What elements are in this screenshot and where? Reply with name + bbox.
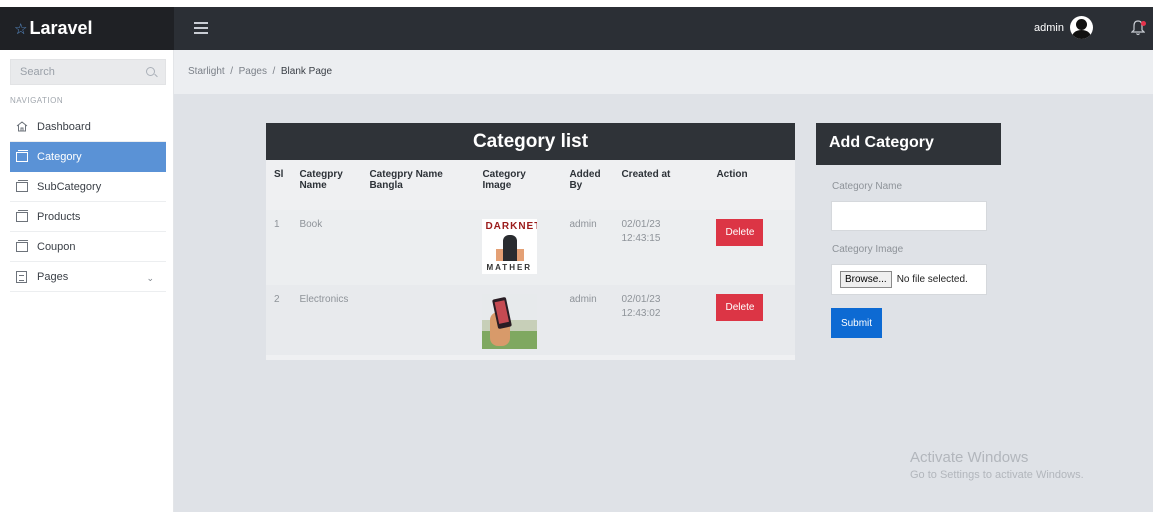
cell-name-bangla bbox=[361, 210, 475, 285]
category-image-book: DARKNET MATHER bbox=[482, 219, 538, 274]
cell-sl: 1 bbox=[266, 210, 292, 285]
created-date: 02/01/23 bbox=[621, 294, 661, 305]
notification-dot bbox=[1141, 21, 1146, 26]
breadcrumb-separator: / bbox=[230, 66, 234, 77]
col-image: Category Image bbox=[482, 169, 526, 191]
cell-action: Delete bbox=[708, 285, 795, 355]
sidebar-item-pages[interactable]: Pages ⌄ bbox=[10, 262, 166, 292]
category-list-title: Category list bbox=[266, 123, 795, 160]
category-image-electronics bbox=[482, 294, 538, 349]
add-category-title: Add Category bbox=[816, 123, 1001, 165]
cell-created-at: 02/01/23 12:43:02 bbox=[613, 285, 709, 355]
add-category-panel: Add Category Category Name Category Imag… bbox=[816, 123, 1001, 338]
user-name: admin bbox=[1034, 21, 1064, 34]
col-name: Categpry Name bbox=[299, 169, 343, 191]
activate-windows-watermark: Activate Windows Go to Settings to activ… bbox=[910, 449, 1084, 481]
star-icon: ☆ bbox=[14, 20, 28, 38]
nav-list: Dashboard Category SubCategory Products … bbox=[10, 112, 166, 292]
col-added-by: Added By bbox=[569, 169, 601, 191]
sidebar-item-label: Dashboard bbox=[37, 120, 91, 133]
top-strip bbox=[0, 0, 1153, 7]
breadcrumb: Starlight / Pages / Blank Page bbox=[174, 50, 1153, 94]
cell-image bbox=[474, 285, 562, 355]
created-time: 12:43:02 bbox=[621, 308, 661, 319]
col-name-bangla: Categpry Name Bangla bbox=[369, 169, 443, 191]
brand-logo[interactable]: ☆ Laravel bbox=[0, 7, 174, 50]
user-menu[interactable]: admin bbox=[1034, 16, 1093, 39]
created-time: 12:43:15 bbox=[621, 233, 661, 244]
table-row: 2 Electronics admin 02/01/23 12:43:02 De… bbox=[266, 285, 795, 355]
watermark-subtitle: Go to Settings to activate Windows. bbox=[910, 469, 1084, 481]
sidebar-item-category[interactable]: Category bbox=[10, 142, 166, 172]
search-icon[interactable] bbox=[146, 67, 155, 76]
search-placeholder: Search bbox=[20, 66, 55, 78]
delete-button[interactable]: Delete bbox=[716, 219, 764, 246]
file-status: No file selected. bbox=[896, 274, 968, 285]
delete-button[interactable]: Delete bbox=[716, 294, 764, 321]
brand-name: Laravel bbox=[29, 18, 93, 38]
main-content: Starlight / Pages / Blank Page Category … bbox=[174, 50, 1153, 512]
cell-name: Book bbox=[291, 210, 362, 285]
created-date: 02/01/23 bbox=[621, 219, 661, 230]
col-created-at: Created at bbox=[621, 169, 671, 180]
page-icon bbox=[16, 270, 27, 283]
window-icon bbox=[16, 149, 28, 162]
sidebar-item-subcategory[interactable]: SubCategory bbox=[10, 172, 166, 202]
breadcrumb-link-starlight[interactable]: Starlight bbox=[188, 66, 225, 77]
cell-name-bangla bbox=[361, 285, 475, 355]
sidebar-item-products[interactable]: Products bbox=[10, 202, 166, 232]
sidebar-item-label: Category bbox=[37, 150, 82, 163]
book-cover-author: MATHER bbox=[486, 263, 533, 272]
sidebar-item-dashboard[interactable]: Dashboard bbox=[10, 112, 166, 142]
table-header-row: Sl Categpry Name Categpry Name Bangla Ca… bbox=[266, 160, 795, 210]
sidebar-item-label: Products bbox=[37, 210, 81, 223]
category-table: Sl Categpry Name Categpry Name Bangla Ca… bbox=[266, 160, 795, 355]
sidebar-item-coupon[interactable]: Coupon bbox=[10, 232, 166, 262]
category-image-label: Category Image bbox=[832, 244, 904, 255]
sidebar-item-label: Pages bbox=[37, 270, 69, 283]
breadcrumb-link-pages[interactable]: Pages bbox=[239, 66, 267, 77]
window-icon bbox=[16, 239, 28, 252]
search-input[interactable]: Search bbox=[10, 59, 166, 85]
cell-added-by: admin bbox=[561, 285, 614, 355]
book-cover-title: DARKNET bbox=[485, 221, 538, 232]
bell-icon[interactable] bbox=[1130, 20, 1146, 36]
avatar[interactable] bbox=[1070, 16, 1093, 39]
submit-button[interactable]: Submit bbox=[831, 308, 882, 338]
chevron-down-icon: ⌄ bbox=[146, 273, 154, 283]
sidebar-item-label: SubCategory bbox=[37, 180, 102, 193]
category-name-label: Category Name bbox=[832, 181, 903, 192]
col-action: Action bbox=[716, 169, 748, 180]
cell-added-by: admin bbox=[561, 210, 614, 285]
cell-action: Delete bbox=[708, 210, 795, 285]
home-icon bbox=[16, 121, 28, 132]
hamburger-icon[interactable] bbox=[194, 19, 208, 37]
cell-created-at: 02/01/23 12:43:15 bbox=[613, 210, 709, 285]
browse-button[interactable]: Browse... bbox=[840, 271, 892, 288]
category-image-file-input[interactable]: Browse... No file selected. bbox=[831, 264, 987, 295]
category-list-panel: Category list Sl Categpry Name Categpry … bbox=[266, 123, 795, 360]
watermark-title: Activate Windows bbox=[910, 449, 1029, 466]
col-sl: Sl bbox=[274, 169, 284, 180]
cell-image: DARKNET MATHER bbox=[474, 210, 562, 285]
sidebar: Search NAVIGATION Dashboard Category Sub… bbox=[0, 50, 174, 512]
top-header: admin bbox=[174, 7, 1153, 50]
breadcrumb-separator: / bbox=[272, 66, 276, 77]
cell-sl: 2 bbox=[266, 285, 292, 355]
nav-section-label: NAVIGATION bbox=[10, 96, 64, 105]
breadcrumb-current: Blank Page bbox=[280, 66, 333, 77]
window-icon bbox=[16, 179, 28, 192]
category-name-input[interactable] bbox=[831, 201, 987, 231]
cell-name: Electronics bbox=[291, 285, 362, 355]
sidebar-item-label: Coupon bbox=[37, 240, 76, 253]
window-icon bbox=[16, 209, 28, 222]
table-row: 1 Book DARKNET MATHER admin 02/01/23 12:… bbox=[266, 210, 795, 285]
